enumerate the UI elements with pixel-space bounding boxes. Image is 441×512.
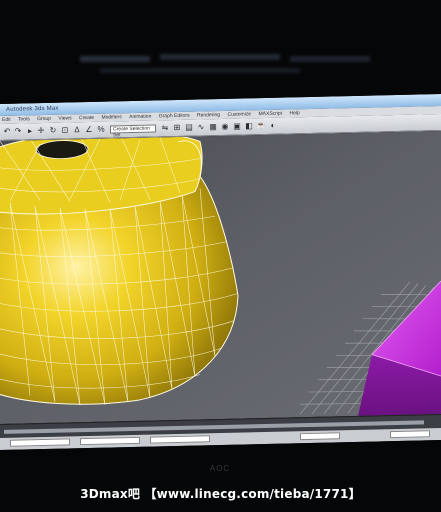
photo-of-monitor: Autodesk 3ds Max Edit Tools Group Views … (0, 0, 441, 512)
menu-item-create[interactable]: Create (79, 115, 94, 121)
curve-editor-icon[interactable]: ∿ (196, 122, 206, 132)
named-selection-dropdown[interactable]: Create Selection Set (110, 124, 156, 138)
menu-item-views[interactable]: Views (58, 115, 71, 121)
menu-item-graph-editors[interactable]: Graph Editors (159, 113, 190, 120)
coordinate-y-field[interactable] (80, 436, 140, 446)
menu-item-tools[interactable]: Tools (18, 116, 30, 122)
mirror-icon[interactable]: ⇋ (160, 123, 170, 133)
undo-icon[interactable]: ↶ (2, 127, 12, 137)
coordinate-z-field[interactable] (150, 435, 210, 444)
active-shade-icon[interactable]: ◐ (268, 121, 278, 131)
render-icon[interactable]: ☕ (256, 121, 266, 131)
menu-item-rendering[interactable]: Rendering (197, 112, 220, 119)
monitor-brand-logo: AOC (209, 464, 231, 473)
snap-icon[interactable]: ∆ (72, 125, 82, 135)
viewport-scene (0, 131, 441, 416)
schematic-icon[interactable]: ▦ (208, 122, 218, 132)
layer-icon[interactable]: ▤ (184, 123, 194, 133)
monitor-screen: Autodesk 3ds Max Edit Tools Group Views … (0, 93, 441, 450)
menu-item-help[interactable]: Help (290, 110, 300, 116)
coordinate-x-field[interactable] (10, 438, 70, 447)
reflection-glare (80, 50, 380, 80)
align-icon[interactable]: ⊞ (172, 123, 182, 133)
render-frame-icon[interactable]: ◧ (244, 121, 254, 131)
menu-item-edit[interactable]: Edit (2, 117, 11, 123)
watermark-text: 3Dmax吧 【www.linecg.com/tieba/1771】 (80, 487, 361, 501)
menu-item-maxscript[interactable]: MAXScript (258, 111, 282, 118)
scale-icon[interactable]: ⊡ (60, 125, 70, 135)
render-setup-icon[interactable]: ▣ (232, 122, 242, 132)
frame-field[interactable] (300, 432, 340, 441)
teapot-mesh (0, 131, 239, 406)
angle-snap-icon[interactable]: ∠ (84, 125, 94, 135)
rotate-icon[interactable]: ↻ (48, 126, 58, 136)
menu-item-group[interactable]: Group (37, 116, 51, 122)
window-title: Autodesk 3ds Max (6, 105, 59, 113)
menu-item-modifiers[interactable]: Modifiers (101, 114, 121, 120)
material-editor-icon[interactable]: ◉ (220, 122, 230, 132)
key-mode-field[interactable] (390, 430, 430, 439)
select-icon[interactable]: ▸ (25, 126, 35, 136)
perspective-viewport[interactable] (0, 130, 441, 424)
redo-icon[interactable]: ↷ (13, 126, 23, 136)
move-icon[interactable]: ✛ (36, 126, 46, 136)
menu-item-customize[interactable]: Customize (227, 111, 251, 118)
menu-item-animation[interactable]: Animation (129, 114, 151, 121)
percent-snap-icon[interactable]: % (96, 125, 106, 135)
magenta-box (358, 280, 441, 416)
